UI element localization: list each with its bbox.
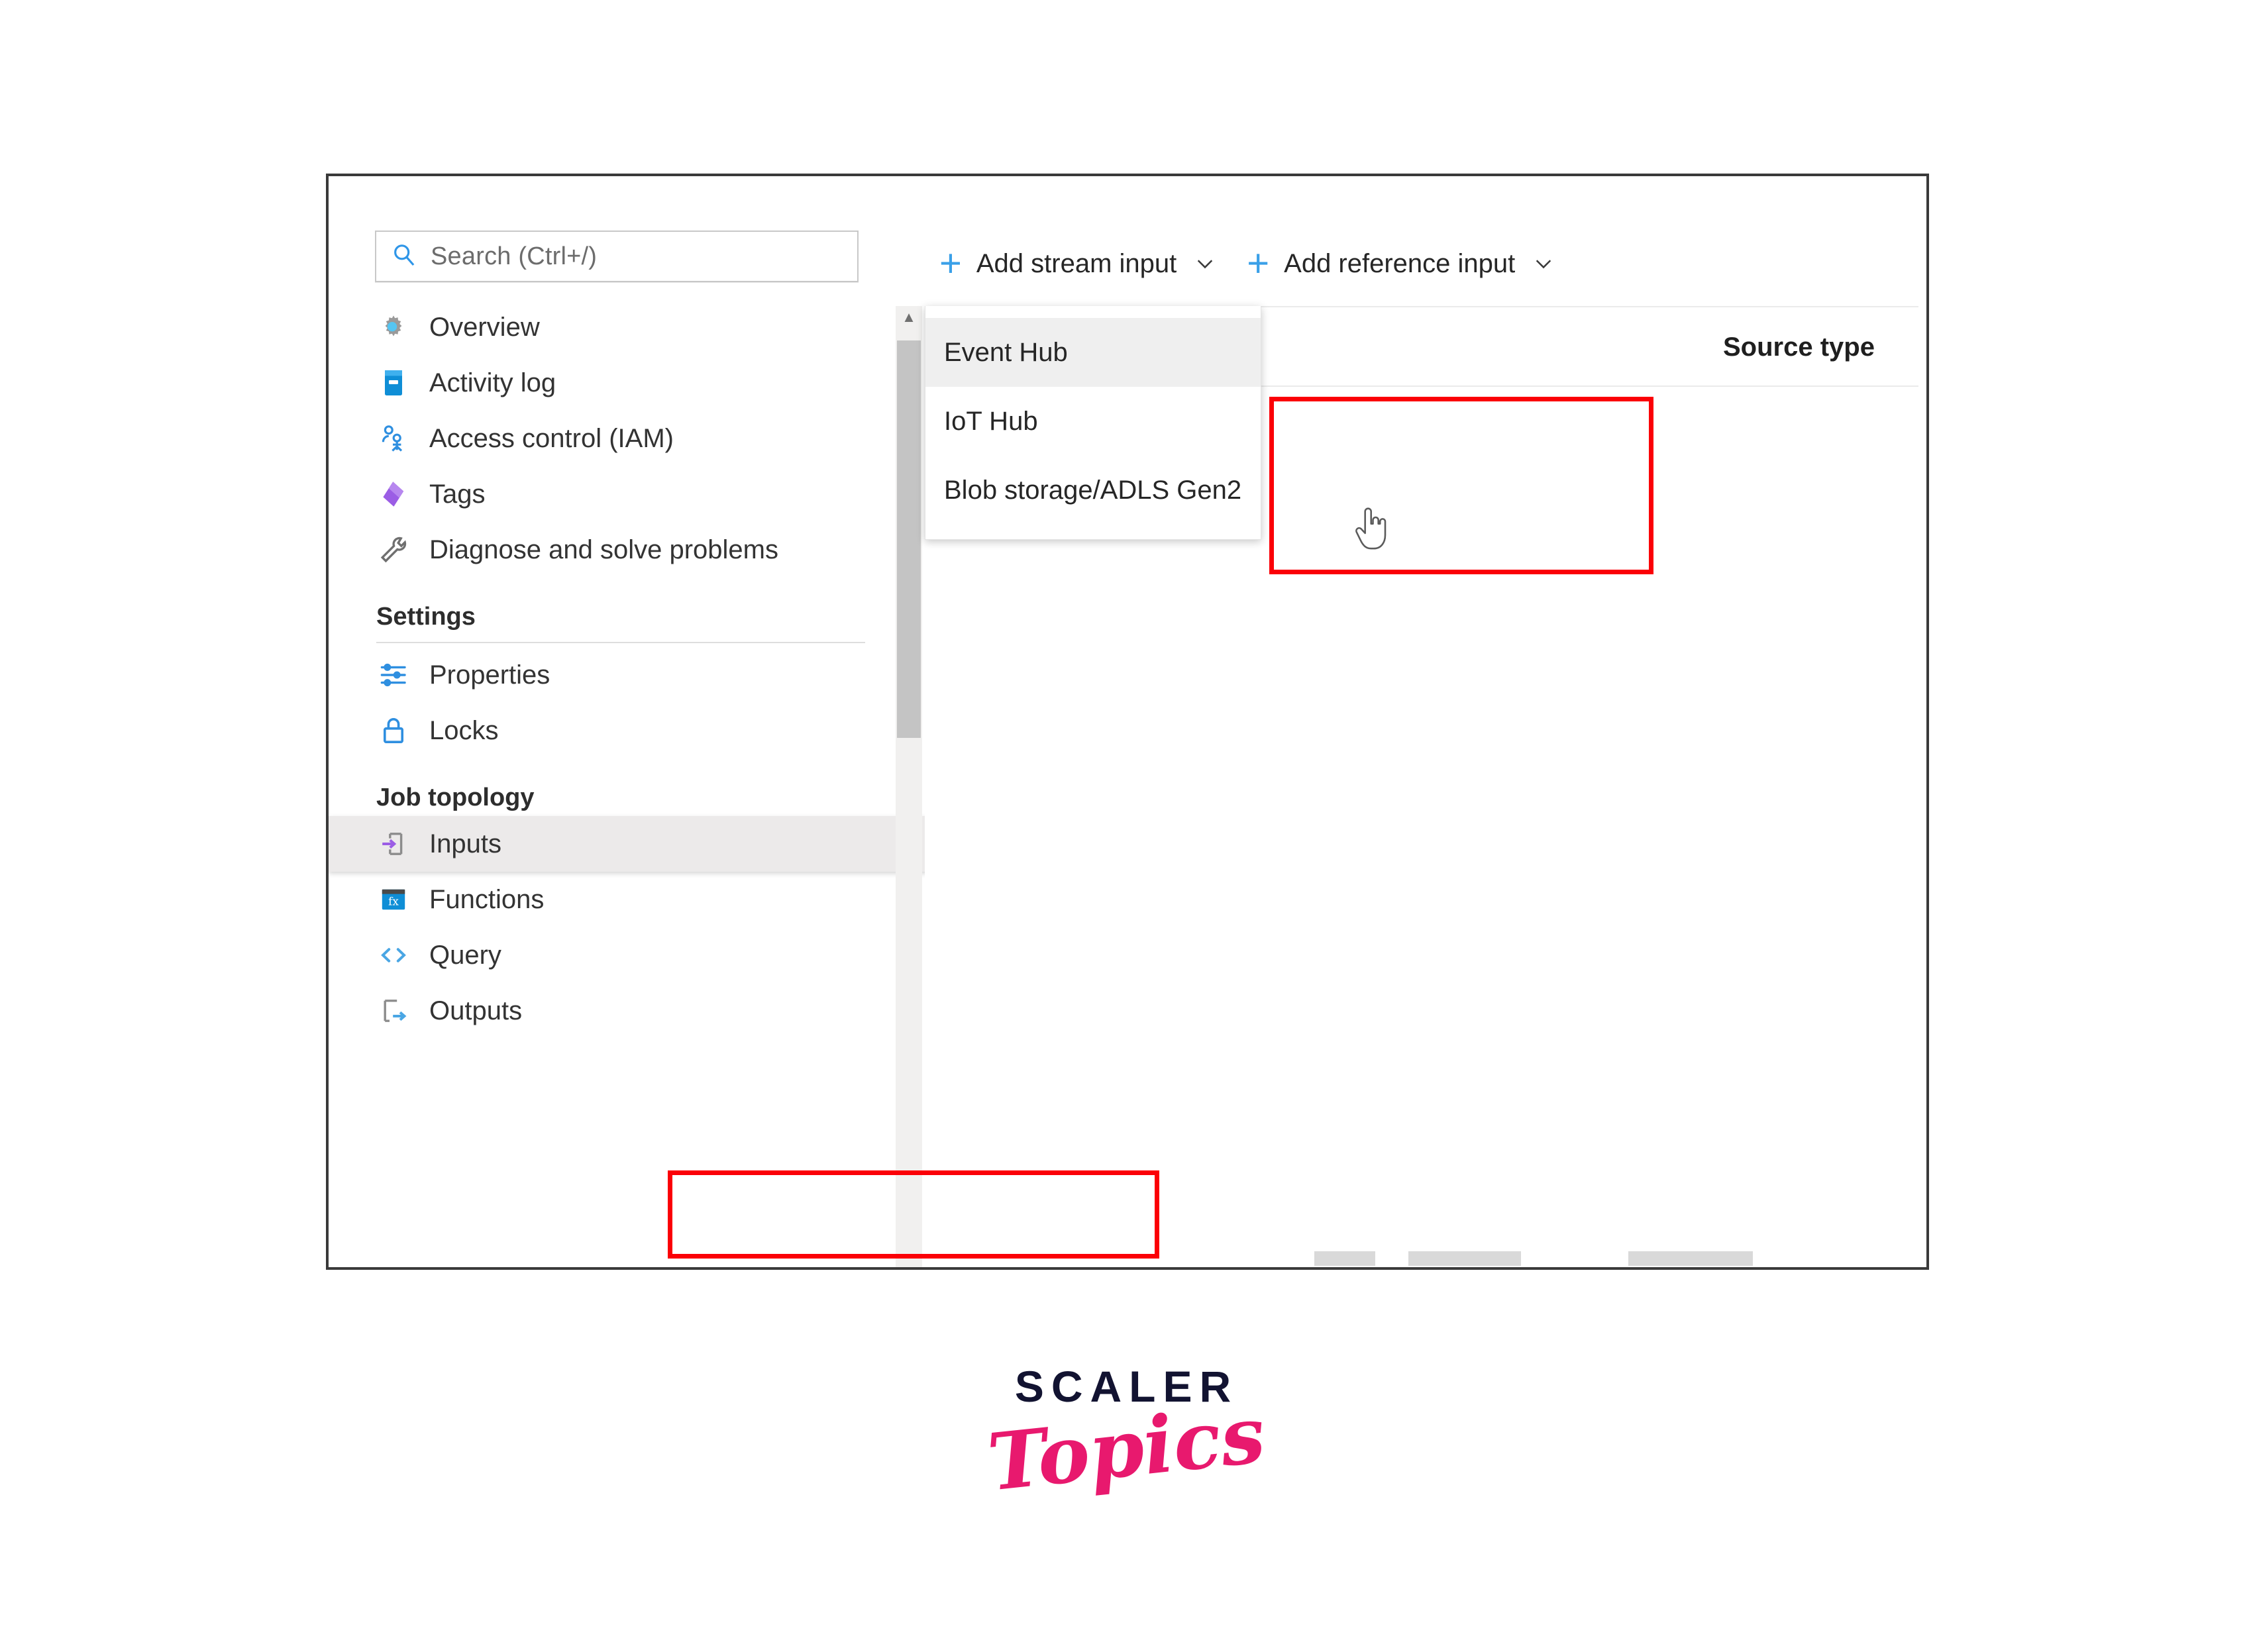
overview-gear-icon <box>376 310 411 344</box>
lock-icon <box>376 713 411 748</box>
menu-item-blob-storage-adls-gen2[interactable]: Blob storage/ADLS Gen2 <box>925 456 1261 525</box>
scrollbar-thumb[interactable] <box>897 340 921 738</box>
outputs-icon <box>376 994 411 1028</box>
sidebar-item-label: Inputs <box>429 829 501 858</box>
sidebar-section-title: Settings <box>376 603 476 631</box>
sidebar-item-diagnose[interactable]: Diagnose and solve problems <box>329 522 912 578</box>
sidebar-item-label: Properties <box>429 660 550 690</box>
sidebar-item-label: Locks <box>429 715 499 745</box>
sidebar-item-outputs[interactable]: Outputs <box>329 983 912 1039</box>
sidebar-section-job-topology: Job topology <box>329 758 912 816</box>
azure-portal-screenshot-frame: Search (Ctrl+/) « Overview <box>326 174 1929 1270</box>
activity-log-icon <box>376 366 411 400</box>
sidebar-item-label: Overview <box>429 312 540 342</box>
section-divider <box>376 642 865 643</box>
add-reference-input-button[interactable]: + Add reference input <box>1232 232 1571 295</box>
tag-icon <box>376 477 411 511</box>
sidebar-item-label: Functions <box>429 884 545 914</box>
sidebar-item-label: Tags <box>429 479 486 509</box>
sidebar-item-properties[interactable]: Properties <box>329 647 912 703</box>
menu-item-label: Event Hub <box>944 337 1068 367</box>
inputs-icon <box>376 827 411 861</box>
clipped-footer-element <box>1628 1251 1753 1266</box>
chevron-down-icon <box>1192 251 1218 276</box>
search-icon <box>391 242 417 272</box>
menu-item-iot-hub[interactable]: IoT Hub <box>925 387 1261 456</box>
add-stream-input-dropdown-menu: Event Hub IoT Hub Blob storage/ADLS Gen2 <box>925 306 1261 540</box>
add-stream-input-label: Add stream input <box>976 248 1177 278</box>
sidebar-section-title: Job topology <box>376 784 535 811</box>
inputs-content-pane: + Add stream input + Add reference input… <box>925 176 1926 1267</box>
sidebar-item-label: Outputs <box>429 996 523 1025</box>
scaler-topics-logo: SCALER Topics <box>0 1361 2253 1508</box>
wrench-icon <box>376 533 411 567</box>
scroll-up-arrow-icon[interactable]: ▲ <box>896 310 922 325</box>
chevron-down-icon <box>1531 251 1556 276</box>
sidebar-item-activity-log[interactable]: Activity log <box>329 355 912 411</box>
plus-icon: + <box>939 242 962 285</box>
sidebar-item-label: Query <box>429 940 501 970</box>
clipped-footer-element <box>1314 1251 1375 1266</box>
nav-list: Overview Activity log Access control (IA… <box>329 299 1011 1039</box>
sidebar-section-settings: Settings <box>329 578 912 647</box>
inputs-toolbar: + Add stream input + Add reference input <box>925 224 1571 303</box>
column-header-source-type: Source type <box>1723 333 1875 362</box>
search-input[interactable]: Search (Ctrl+/) <box>375 231 859 282</box>
functions-icon: fx <box>376 882 411 917</box>
add-stream-input-button[interactable]: + Add stream input <box>925 232 1232 295</box>
sidebar-item-functions[interactable]: fx Functions <box>329 872 912 927</box>
code-brackets-icon <box>376 938 411 972</box>
sidebar-item-label: Activity log <box>429 368 556 397</box>
plus-icon: + <box>1247 242 1270 285</box>
sidebar-item-tags[interactable]: Tags <box>329 466 912 522</box>
search-placeholder: Search (Ctrl+/) <box>431 242 598 270</box>
nav-scrollbar[interactable]: ▲ <box>896 306 922 1267</box>
left-navigation-pane: Search (Ctrl+/) « Overview <box>329 176 1230 1267</box>
sidebar-item-overview[interactable]: Overview <box>329 299 912 355</box>
sidebar-item-label: Diagnose and solve problems <box>429 535 778 564</box>
add-reference-input-label: Add reference input <box>1284 248 1516 278</box>
access-control-icon <box>376 421 411 456</box>
sidebar-item-query[interactable]: Query <box>329 927 912 983</box>
sidebar-item-label: Access control (IAM) <box>429 423 674 453</box>
sidebar-item-access-control[interactable]: Access control (IAM) <box>329 411 912 466</box>
menu-item-label: IoT Hub <box>944 406 1038 436</box>
svg-text:fx: fx <box>388 894 399 907</box>
sidebar-item-locks[interactable]: Locks <box>329 703 912 758</box>
menu-item-event-hub[interactable]: Event Hub <box>925 318 1261 387</box>
sliders-icon <box>376 658 411 692</box>
clipped-footer-element <box>1408 1251 1521 1266</box>
menu-item-label: Blob storage/ADLS Gen2 <box>944 475 1242 505</box>
